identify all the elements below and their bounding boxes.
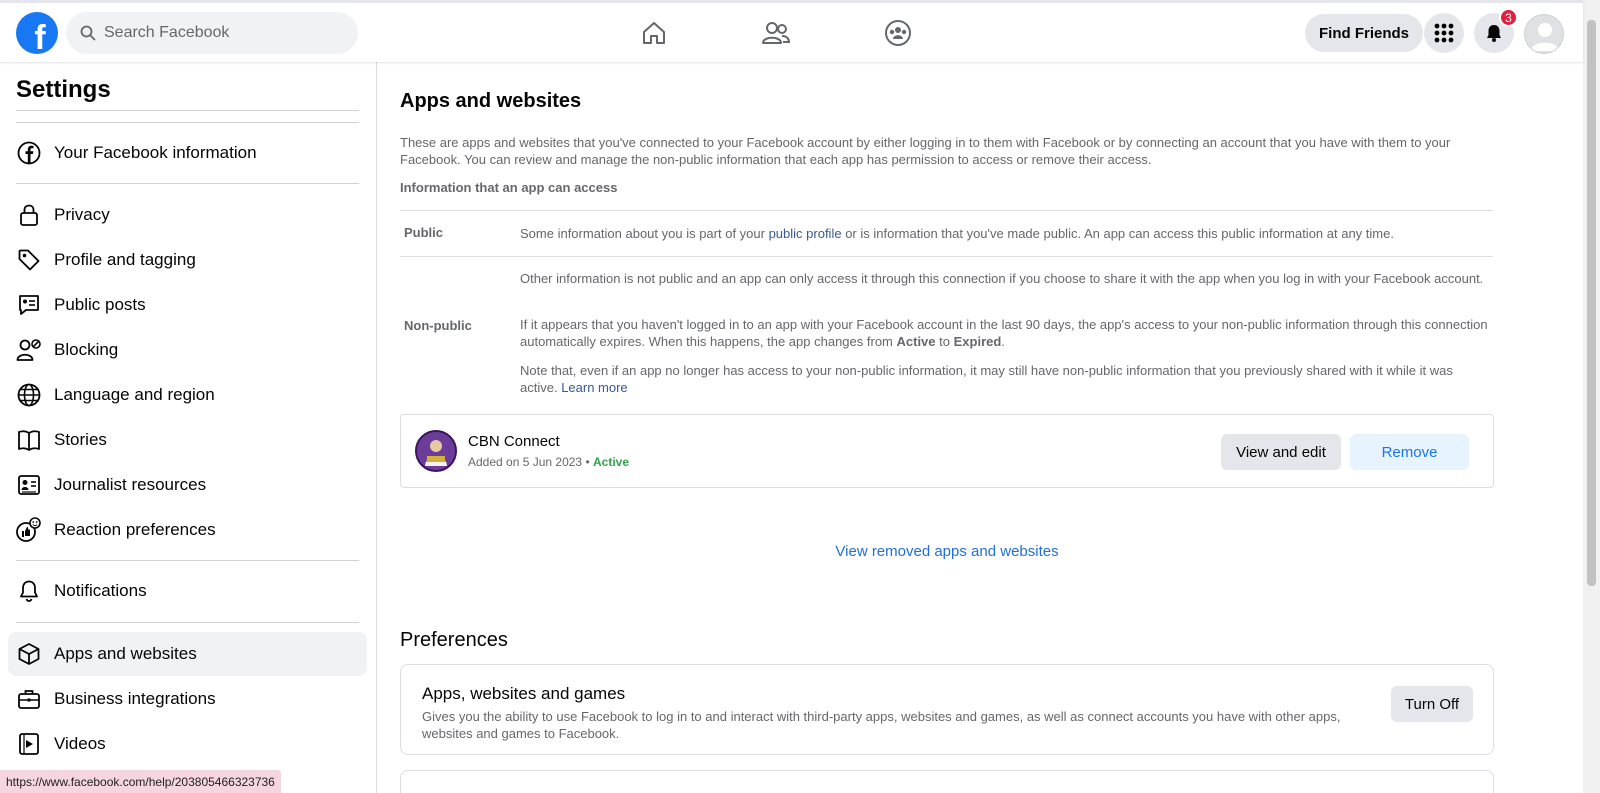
main-content: Apps and websites These are apps and web…: [377, 62, 1583, 793]
public-posts-icon: [16, 292, 42, 318]
sidebar-item-label: Privacy: [54, 205, 110, 224]
nonpublic-p2-to: to: [935, 334, 954, 349]
groups-icon[interactable]: [882, 17, 914, 49]
sidebar-item-language-and-region[interactable]: Language and region: [8, 373, 367, 417]
view-and-edit-button[interactable]: View and edit: [1221, 434, 1341, 470]
find-friends-button[interactable]: Find Friends: [1305, 14, 1423, 52]
app-card: CBN Connect Added on 5 Jun 2023 • Active…: [400, 414, 1494, 488]
table-divider: [400, 256, 1493, 257]
meta-separator: •: [585, 455, 590, 469]
sidebar-item-journalist-resources[interactable]: Journalist resources: [8, 463, 367, 507]
sidebar-item-your-facebook-information[interactable]: Your Facebook information: [8, 131, 367, 175]
nonpublic-paragraph-2: If it appears that you haven't logged in…: [520, 316, 1490, 350]
lock-icon: [16, 202, 42, 228]
search-icon: [80, 25, 96, 41]
book-icon: [16, 427, 42, 453]
preference-card: Apps, websites and games Gives you the a…: [400, 664, 1494, 755]
sidebar-item-label: Business integrations: [54, 689, 216, 708]
view-removed-apps-link[interactable]: View removed apps and websites: [377, 543, 1517, 560]
sidebar-item-notifications[interactable]: Notifications: [8, 569, 367, 613]
nonpublic-label: Non-public: [404, 318, 472, 333]
scrollbar-thumb[interactable]: [1587, 20, 1596, 586]
nonpublic-p3-text: Note that, even if an app no longer has …: [520, 363, 1453, 395]
divider: [16, 122, 359, 123]
bell-icon: [16, 578, 42, 604]
settings-title: Settings: [16, 76, 111, 103]
preferences-title: Preferences: [400, 629, 508, 651]
reaction-icon: [16, 517, 42, 543]
sidebar-item-privacy[interactable]: Privacy: [8, 193, 367, 237]
profile-avatar[interactable]: [1524, 14, 1564, 54]
sidebar-item-label: Language and region: [54, 385, 215, 404]
app-meta: Added on 5 Jun 2023 • Active: [468, 455, 629, 469]
sidebar-item-profile-and-tagging[interactable]: Profile and tagging: [8, 238, 367, 282]
sidebar-item-label: Stories: [54, 430, 107, 449]
preference-title: Apps, websites and games: [422, 684, 626, 703]
table-divider: [400, 210, 1493, 211]
divider: [16, 622, 359, 623]
block-user-icon: [16, 337, 42, 363]
divider: [16, 183, 359, 184]
cube-icon: [16, 641, 42, 667]
learn-more-link[interactable]: Learn more: [561, 380, 627, 395]
notification-badge: 3: [1499, 8, 1518, 27]
menu-grid-icon[interactable]: [1424, 13, 1464, 53]
app-logo: [415, 430, 457, 472]
app-name[interactable]: CBN Connect: [468, 433, 560, 450]
friends-icon[interactable]: [760, 17, 792, 49]
sidebar-item-label: Profile and tagging: [54, 250, 196, 269]
nonpublic-paragraph-1: Other information is not public and an a…: [520, 271, 1484, 286]
sidebar-item-label: Notifications: [54, 581, 147, 600]
divider: [16, 560, 359, 561]
search-input[interactable]: [104, 24, 334, 42]
sidebar-item-label: Your Facebook information: [54, 143, 257, 162]
sidebar-item-label: Apps and websites: [54, 644, 197, 663]
active-term: Active: [896, 334, 936, 349]
sidebar-item-apps-and-websites[interactable]: Apps and websites: [8, 632, 367, 676]
tag-icon: [16, 247, 42, 273]
public-profile-link[interactable]: public profile: [769, 226, 842, 241]
nonpublic-p2-end: .: [1001, 334, 1005, 349]
divider: [16, 110, 359, 111]
facebook-circle-icon: [16, 140, 42, 166]
remove-button[interactable]: Remove: [1350, 434, 1469, 470]
app-added-date: Added on 5 Jun 2023: [468, 455, 583, 469]
public-text-end: or is information that you've made publi…: [841, 226, 1394, 241]
page-scrollbar[interactable]: [1583, 0, 1600, 793]
link-status-url: https://www.facebook.com/help/2038054663…: [0, 770, 281, 793]
intro-text: These are apps and websites that you've …: [400, 135, 1451, 167]
video-icon: [16, 731, 42, 757]
info-heading: Information that an app can access: [400, 180, 618, 195]
top-navigation-bar: f Find Friends 3: [0, 0, 1583, 62]
public-label: Public: [404, 225, 444, 240]
sidebar-item-label: Videos: [54, 734, 106, 753]
preference-description: Gives you the ability to use Facebook to…: [422, 709, 1341, 741]
sidebar-item-business-integrations[interactable]: Business integrations: [8, 677, 367, 721]
home-icon[interactable]: [638, 17, 670, 49]
sidebar-item-label: Public posts: [54, 295, 146, 314]
sidebar-item-videos[interactable]: Videos: [8, 722, 367, 766]
public-description: Some information about you is part of yo…: [520, 225, 1490, 242]
sidebar-item-reaction-preferences[interactable]: Reaction preferences: [8, 508, 367, 552]
expired-term: Expired: [953, 334, 1002, 349]
page-title: Apps and websites: [400, 90, 582, 112]
sidebar-item-stories[interactable]: Stories: [8, 418, 367, 462]
sidebar-item-label: Reaction preferences: [54, 520, 216, 539]
public-text-start: Some information about you is part of yo…: [520, 226, 769, 241]
settings-sidebar: Settings Your Facebook information Priva…: [0, 62, 377, 793]
facebook-logo[interactable]: f: [16, 12, 58, 54]
facebook-logo-letter: f: [34, 19, 46, 54]
sidebar-item-label: Blocking: [54, 340, 119, 359]
status-badge: Active: [593, 455, 630, 469]
turn-off-button[interactable]: Turn Off: [1391, 686, 1473, 722]
sidebar-item-public-posts[interactable]: Public posts: [8, 283, 367, 327]
sidebar-item-blocking[interactable]: Blocking: [8, 328, 367, 372]
nonpublic-paragraph-3: Note that, even if an app no longer has …: [520, 362, 1490, 396]
search-box[interactable]: [66, 12, 358, 54]
sidebar-item-label: Journalist resources: [54, 475, 207, 494]
id-card-icon: [16, 472, 42, 498]
globe-icon: [16, 382, 42, 408]
briefcase-icon: [16, 686, 42, 712]
preference-card: [400, 770, 1494, 793]
